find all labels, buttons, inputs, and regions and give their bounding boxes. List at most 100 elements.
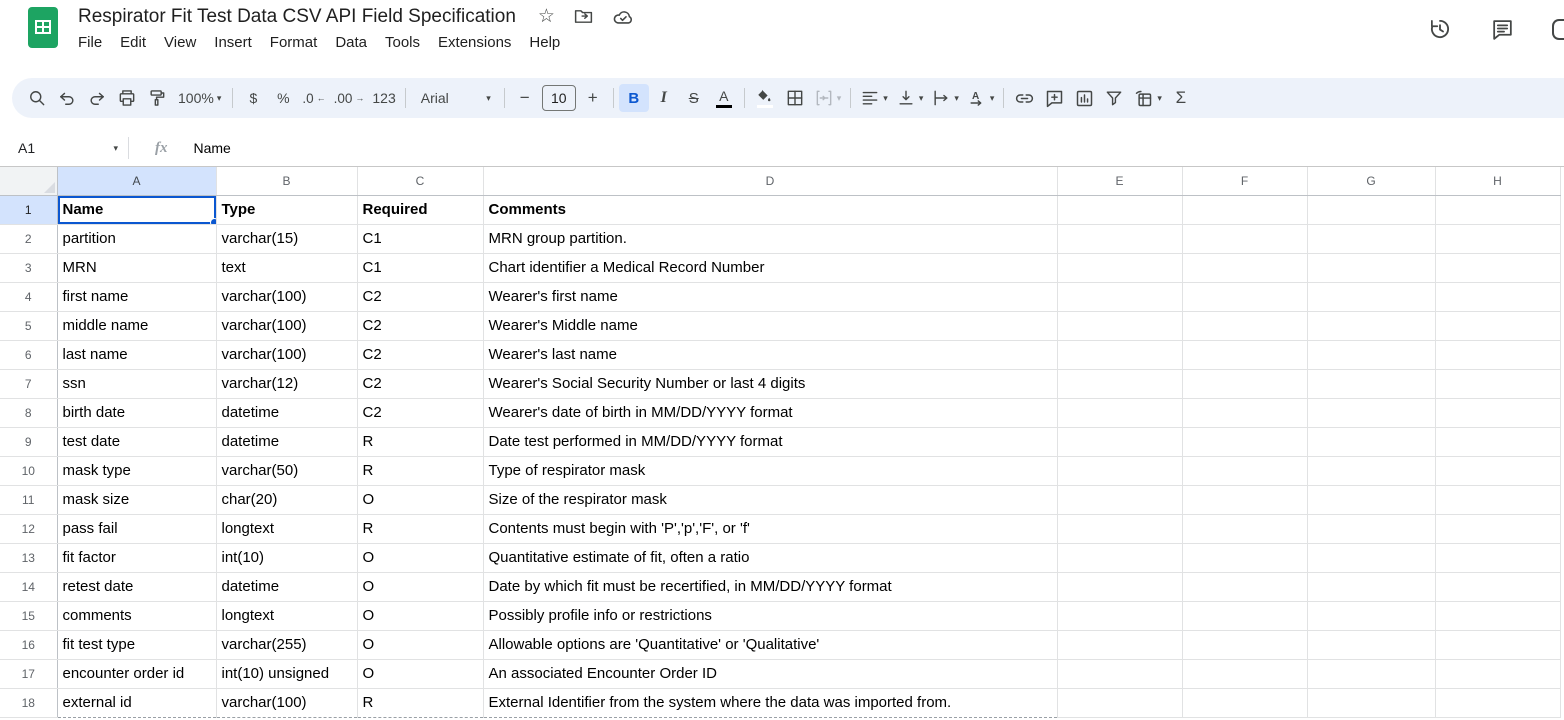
merge-cells-icon[interactable]: ▾: [810, 84, 846, 112]
cell-B12[interactable]: longtext: [216, 514, 357, 543]
cell-B16[interactable]: varchar(255): [216, 630, 357, 659]
vertical-align-icon[interactable]: ▾: [892, 84, 928, 112]
cell-B3[interactable]: text: [216, 253, 357, 282]
font-size-input[interactable]: 10: [542, 85, 576, 111]
cell[interactable]: [1435, 688, 1560, 717]
increase-decimal-button[interactable]: .00→: [330, 84, 369, 112]
select-all-corner[interactable]: [0, 167, 57, 195]
cell[interactable]: [1057, 572, 1182, 601]
cell-A16[interactable]: fit test type: [57, 630, 216, 659]
borders-icon[interactable]: [780, 84, 810, 112]
insert-chart-icon[interactable]: [1069, 84, 1099, 112]
zoom-select[interactable]: 100%▾: [172, 84, 227, 112]
filter-icon[interactable]: [1099, 84, 1129, 112]
cell-C1[interactable]: Required: [357, 195, 483, 224]
cell-A14[interactable]: retest date: [57, 572, 216, 601]
cell[interactable]: [1307, 659, 1435, 688]
cell-C17[interactable]: O: [357, 659, 483, 688]
cell[interactable]: [1182, 630, 1307, 659]
cell-D9[interactable]: Date test performed in MM/DD/YYYY format: [483, 427, 1057, 456]
cell-A3[interactable]: MRN: [57, 253, 216, 282]
cell[interactable]: [1057, 485, 1182, 514]
cell[interactable]: [1057, 688, 1182, 717]
cell-D13[interactable]: Quantitative estimate of fit, often a ra…: [483, 543, 1057, 572]
cell[interactable]: [1435, 224, 1560, 253]
cell-reference[interactable]: A1: [18, 140, 35, 156]
cell[interactable]: [1435, 601, 1560, 630]
cell-A13[interactable]: fit factor: [57, 543, 216, 572]
cell[interactable]: [1307, 398, 1435, 427]
row-header-12[interactable]: 12: [0, 514, 57, 543]
increase-font-size-button[interactable]: +: [578, 84, 608, 112]
row-header-6[interactable]: 6: [0, 340, 57, 369]
formula-input[interactable]: Name: [194, 140, 231, 156]
cell[interactable]: [1307, 601, 1435, 630]
cell-D18[interactable]: External Identifier from the system wher…: [483, 688, 1057, 717]
star-icon[interactable]: ☆: [538, 5, 555, 28]
comment-history-icon[interactable]: [1490, 17, 1515, 42]
cell-D17[interactable]: An associated Encounter Order ID: [483, 659, 1057, 688]
cell-C12[interactable]: R: [357, 514, 483, 543]
cell-B8[interactable]: datetime: [216, 398, 357, 427]
cell-C2[interactable]: C1: [357, 224, 483, 253]
cell-B13[interactable]: int(10): [216, 543, 357, 572]
cell[interactable]: [1057, 398, 1182, 427]
cell[interactable]: [1435, 282, 1560, 311]
column-header-A[interactable]: A: [57, 167, 216, 195]
row-header-3[interactable]: 3: [0, 253, 57, 282]
cell-A9[interactable]: test date: [57, 427, 216, 456]
menu-insert[interactable]: Insert: [205, 31, 261, 54]
table-views-icon[interactable]: ▾: [1129, 84, 1166, 112]
cell[interactable]: [1182, 398, 1307, 427]
column-header-D[interactable]: D: [483, 167, 1057, 195]
cell-D16[interactable]: Allowable options are 'Quantitative' or …: [483, 630, 1057, 659]
format-currency-button[interactable]: $: [238, 84, 268, 112]
row-header-1[interactable]: 1: [0, 195, 57, 224]
cell[interactable]: [1435, 369, 1560, 398]
cell-D5[interactable]: Wearer's Middle name: [483, 311, 1057, 340]
cell[interactable]: [1435, 340, 1560, 369]
row-header-14[interactable]: 14: [0, 572, 57, 601]
format-percent-button[interactable]: %: [268, 84, 298, 112]
cell-A8[interactable]: birth date: [57, 398, 216, 427]
cell[interactable]: [1435, 311, 1560, 340]
cell-C9[interactable]: R: [357, 427, 483, 456]
cell[interactable]: [1435, 485, 1560, 514]
cloud-saved-icon[interactable]: [612, 6, 634, 28]
cell-A11[interactable]: mask size: [57, 485, 216, 514]
cell[interactable]: [1057, 311, 1182, 340]
cell-B15[interactable]: longtext: [216, 601, 357, 630]
version-history-icon[interactable]: [1427, 16, 1453, 42]
cell-B2[interactable]: varchar(15): [216, 224, 357, 253]
row-header-8[interactable]: 8: [0, 398, 57, 427]
cell-C5[interactable]: C2: [357, 311, 483, 340]
menu-help[interactable]: Help: [520, 31, 569, 54]
cell[interactable]: [1307, 688, 1435, 717]
undo-icon[interactable]: [52, 84, 82, 112]
sheets-logo[interactable]: [28, 7, 58, 48]
cell[interactable]: [1307, 485, 1435, 514]
cell-D7[interactable]: Wearer's Social Security Number or last …: [483, 369, 1057, 398]
cell[interactable]: [1182, 543, 1307, 572]
insert-link-icon[interactable]: [1009, 84, 1039, 112]
column-header-B[interactable]: B: [216, 167, 357, 195]
column-header-F[interactable]: F: [1182, 167, 1307, 195]
cell-A18[interactable]: external id: [57, 688, 216, 717]
cell-D14[interactable]: Date by which fit must be recertified, i…: [483, 572, 1057, 601]
cell[interactable]: [1057, 543, 1182, 572]
decrease-decimal-button[interactable]: .0←: [298, 84, 329, 112]
cell-A15[interactable]: comments: [57, 601, 216, 630]
print-icon[interactable]: [112, 84, 142, 112]
insert-comment-icon[interactable]: [1039, 84, 1069, 112]
cell-D11[interactable]: Size of the respirator mask: [483, 485, 1057, 514]
cell[interactable]: [1057, 369, 1182, 398]
cell-C16[interactable]: O: [357, 630, 483, 659]
cell-A1[interactable]: Name: [57, 195, 216, 224]
menu-data[interactable]: Data: [326, 31, 376, 54]
cell[interactable]: [1307, 253, 1435, 282]
cell-A6[interactable]: last name: [57, 340, 216, 369]
row-header-9[interactable]: 9: [0, 427, 57, 456]
cell[interactable]: [1182, 282, 1307, 311]
cell[interactable]: [1307, 514, 1435, 543]
cell[interactable]: [1435, 427, 1560, 456]
